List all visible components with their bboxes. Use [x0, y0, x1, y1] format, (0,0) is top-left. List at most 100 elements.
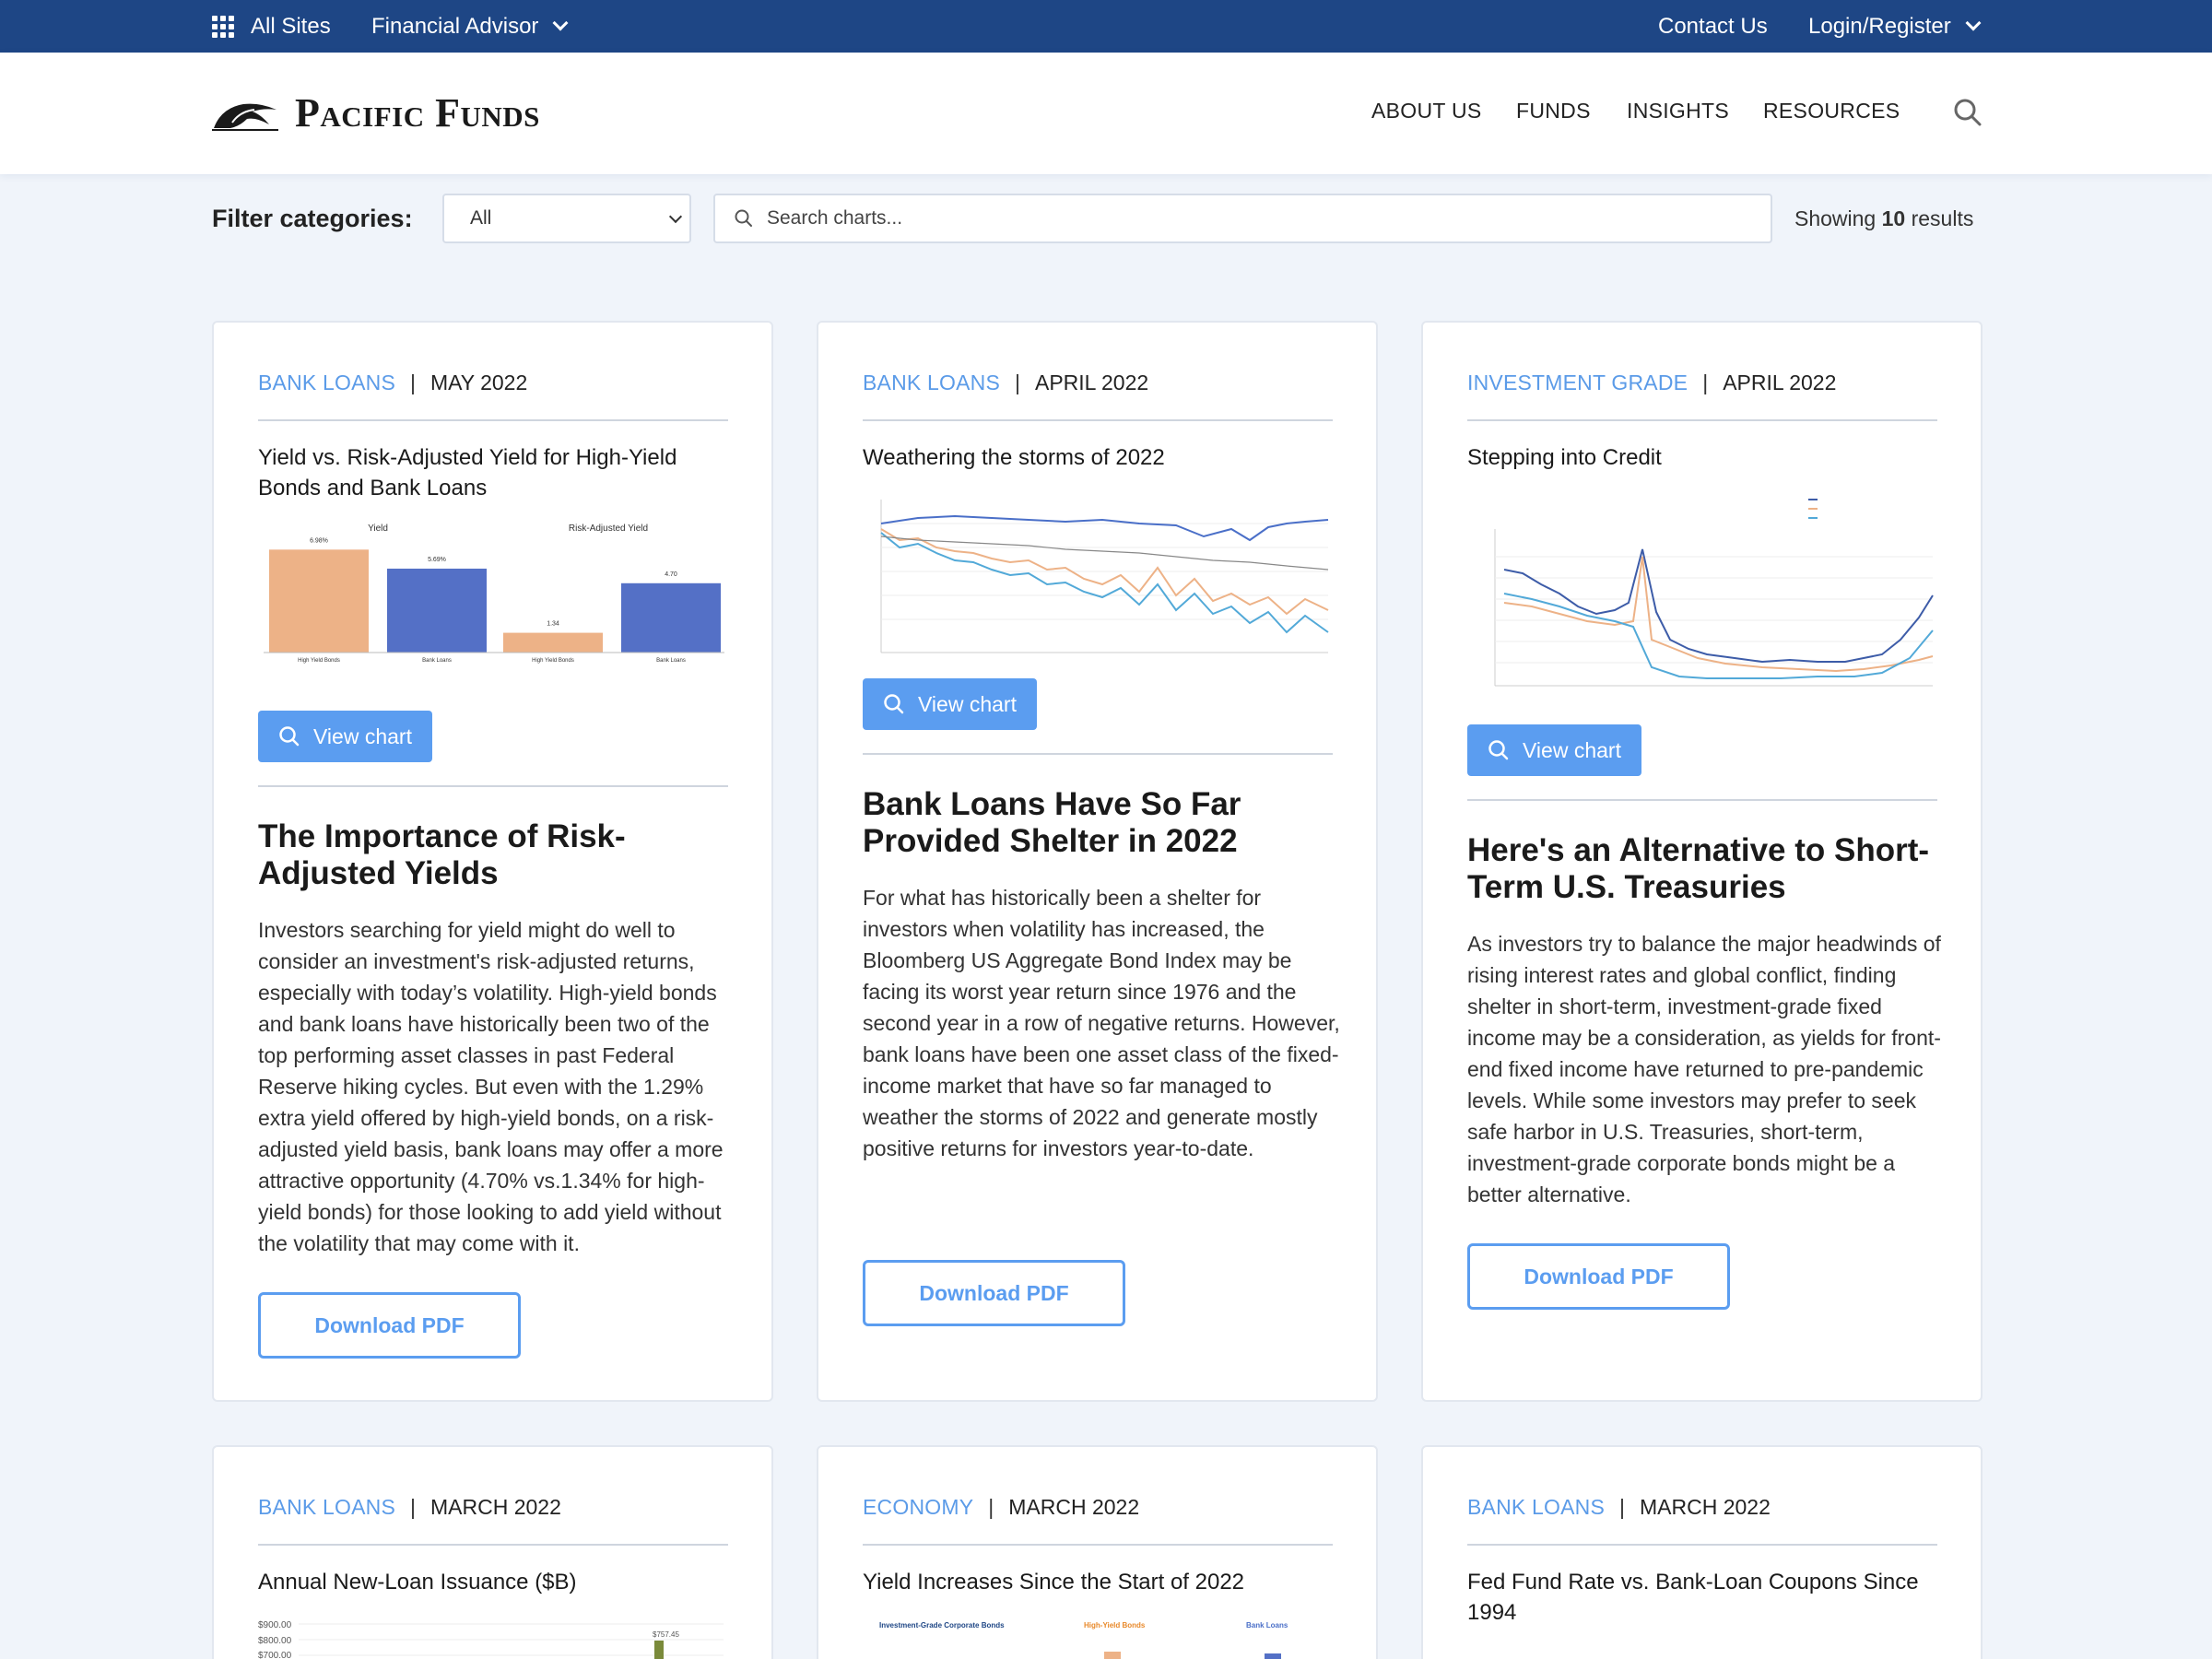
filter-label: Filter categories: [212, 205, 413, 232]
divider [1467, 419, 1937, 421]
contact-label: Contact Us [1658, 13, 1768, 39]
chart-title: Yield vs. Risk-Adjusted Yield for High-Y… [258, 445, 677, 500]
divider [1467, 1544, 1937, 1546]
chart-thumbnail[interactable] [1467, 492, 1937, 704]
chart-thumbnail[interactable]: $900.00 $800.00 $700.00 $757.45 [258, 1618, 728, 1659]
chevron-down-icon [552, 15, 569, 30]
category-select[interactable]: All [442, 194, 691, 243]
card-date: MARCH 2022 [1639, 1495, 1771, 1519]
category-tick-label: High Yield Bonds [298, 658, 340, 664]
bar-label: $757.45 [653, 1630, 679, 1639]
results-count: Showing 10 results [1794, 206, 1973, 231]
view-chart-button[interactable]: View chart [258, 711, 432, 762]
card-meta: BANK LOANS | MARCH 2022 [1467, 1495, 1771, 1520]
login-dropdown[interactable]: Login/Register [1808, 0, 1982, 53]
card-body: As investors try to balance the major he… [1467, 932, 1941, 1206]
panel-label: Investment-Grade Corporate Bonds [879, 1621, 1005, 1630]
chart-title: Stepping into Credit [1467, 445, 1662, 470]
search-icon [1488, 740, 1509, 760]
category-select-value: All [470, 207, 492, 229]
chart-title: Yield Increases Since the Start of 2022 [863, 1570, 1245, 1594]
contact-link[interactable]: Contact Us [1658, 0, 1768, 53]
group-label-risk-adjusted: Risk-Adjusted Yield [569, 524, 648, 534]
card-date: MARCH 2022 [429, 1495, 561, 1519]
card-meta: INVESTMENT GRADE | APRIL 2022 [1467, 371, 1837, 395]
chart-card: BANK LOANS | MARCH 2022 Annual New-Loan … [212, 1445, 773, 1659]
audience-dropdown[interactable]: Financial Advisor [371, 0, 569, 53]
chart-title: Fed Fund Rate vs. Bank-Loan Coupons Sinc… [1467, 1570, 1919, 1625]
results-suffix: results [1911, 206, 1974, 230]
tick-label: $700.00 [258, 1651, 292, 1659]
download-pdf-button[interactable]: Download PDF [1467, 1243, 1730, 1310]
category-tick-label: Bank Loans [656, 658, 686, 664]
chart-card: BANK LOANS | APRIL 2022 Weathering the s… [817, 321, 1378, 1402]
tick-label: $800.00 [258, 1636, 292, 1646]
card-date: APRIL 2022 [1723, 371, 1837, 394]
card-meta: BANK LOANS | MARCH 2022 [258, 1495, 561, 1520]
divider [258, 1544, 728, 1546]
all-sites-label: All Sites [251, 13, 331, 39]
search-placeholder: Search charts... [767, 207, 903, 229]
card-headline[interactable]: Bank Loans Have So Far Provided Shelter … [863, 786, 1342, 860]
divider [863, 419, 1333, 421]
search-icon [735, 209, 752, 227]
yield-bar [1104, 1652, 1121, 1659]
category-tag[interactable]: BANK LOANS [258, 1495, 395, 1520]
site-header: Pacific Funds ABOUT US FUNDS INSIGHTS RE… [0, 53, 2212, 174]
chart-thumbnail[interactable]: Investment-Grade Corporate Bonds High-Yi… [863, 1618, 1333, 1659]
chart-search-input[interactable]: Search charts... [713, 194, 1772, 243]
card-body: For what has historically been a shelter… [863, 886, 1340, 1160]
divider [258, 785, 728, 787]
yield-bar [387, 568, 487, 653]
apps-grid-icon [212, 15, 234, 38]
bar-value-label: 4.70 [665, 571, 677, 578]
chart-thumbnail[interactable] [863, 496, 1333, 658]
download-pdf-button[interactable]: Download PDF [863, 1260, 1125, 1326]
category-tag[interactable]: BANK LOANS [258, 371, 395, 395]
card-meta: BANK LOANS | APRIL 2022 [863, 371, 1149, 395]
search-icon [279, 726, 300, 747]
all-sites-link[interactable]: All Sites [212, 0, 331, 53]
card-headline[interactable]: Here's an Alternative to Short-Term U.S.… [1467, 832, 1947, 906]
panel-label: Bank Loans [1246, 1621, 1288, 1630]
chart-title: Weathering the storms of 2022 [863, 445, 1165, 470]
category-tag[interactable]: BANK LOANS [863, 371, 1000, 395]
card-headline[interactable]: The Importance of Risk-Adjusted Yields [258, 818, 737, 892]
logo[interactable]: Pacific Funds [212, 89, 540, 136]
pelican-logo-icon [212, 103, 278, 131]
chart-thumbnail[interactable]: Yield Risk-Adjusted Yield 6.98% High Yiel… [258, 516, 728, 673]
chevron-down-icon [668, 209, 683, 224]
divider [258, 419, 728, 421]
results-number: 10 [1881, 206, 1906, 230]
search-icon [884, 694, 904, 714]
card-date: APRIL 2022 [1034, 371, 1149, 394]
view-chart-label: View chart [1523, 737, 1621, 762]
chart-card: BANK LOANS | MAY 2022 Yield vs. Risk-Adj… [212, 321, 773, 1402]
search-icon[interactable] [1952, 97, 1983, 128]
view-chart-label: View chart [313, 724, 412, 748]
panel-label: High-Yield Bonds [1084, 1621, 1146, 1630]
category-tag[interactable]: INVESTMENT GRADE [1467, 371, 1688, 395]
chart-card: INVESTMENT GRADE | APRIL 2022 Stepping i… [1421, 321, 1983, 1402]
utility-bar: All Sites Financial Advisor Contact Us L… [0, 0, 2212, 53]
chart-title: Annual New-Loan Issuance ($B) [258, 1570, 577, 1594]
bar-value-label: 6.98% [310, 537, 328, 544]
card-date: MAY 2022 [429, 371, 528, 394]
download-pdf-button[interactable]: Download PDF [258, 1292, 521, 1359]
card-meta: BANK LOANS | MAY 2022 [258, 371, 528, 395]
tick-label: $900.00 [258, 1620, 292, 1630]
view-chart-button[interactable]: View chart [1467, 724, 1641, 776]
category-tag[interactable]: ECONOMY [863, 1495, 973, 1520]
nav-resources[interactable]: RESOURCES [1763, 99, 1900, 124]
divider [863, 753, 1333, 755]
yield-bar [621, 582, 721, 653]
card-date: MARCH 2022 [1008, 1495, 1140, 1519]
category-tag[interactable]: BANK LOANS [1467, 1495, 1605, 1520]
nav-about[interactable]: ABOUT US [1371, 99, 1482, 124]
view-chart-button[interactable]: View chart [863, 678, 1037, 730]
audience-label: Financial Advisor [371, 13, 539, 39]
chart-card: BANK LOANS | MARCH 2022 Fed Fund Rate vs… [1421, 1445, 1983, 1659]
nav-insights[interactable]: INSIGHTS [1627, 99, 1729, 124]
nav-funds[interactable]: FUNDS [1516, 99, 1591, 124]
issuance-bar [654, 1641, 664, 1659]
